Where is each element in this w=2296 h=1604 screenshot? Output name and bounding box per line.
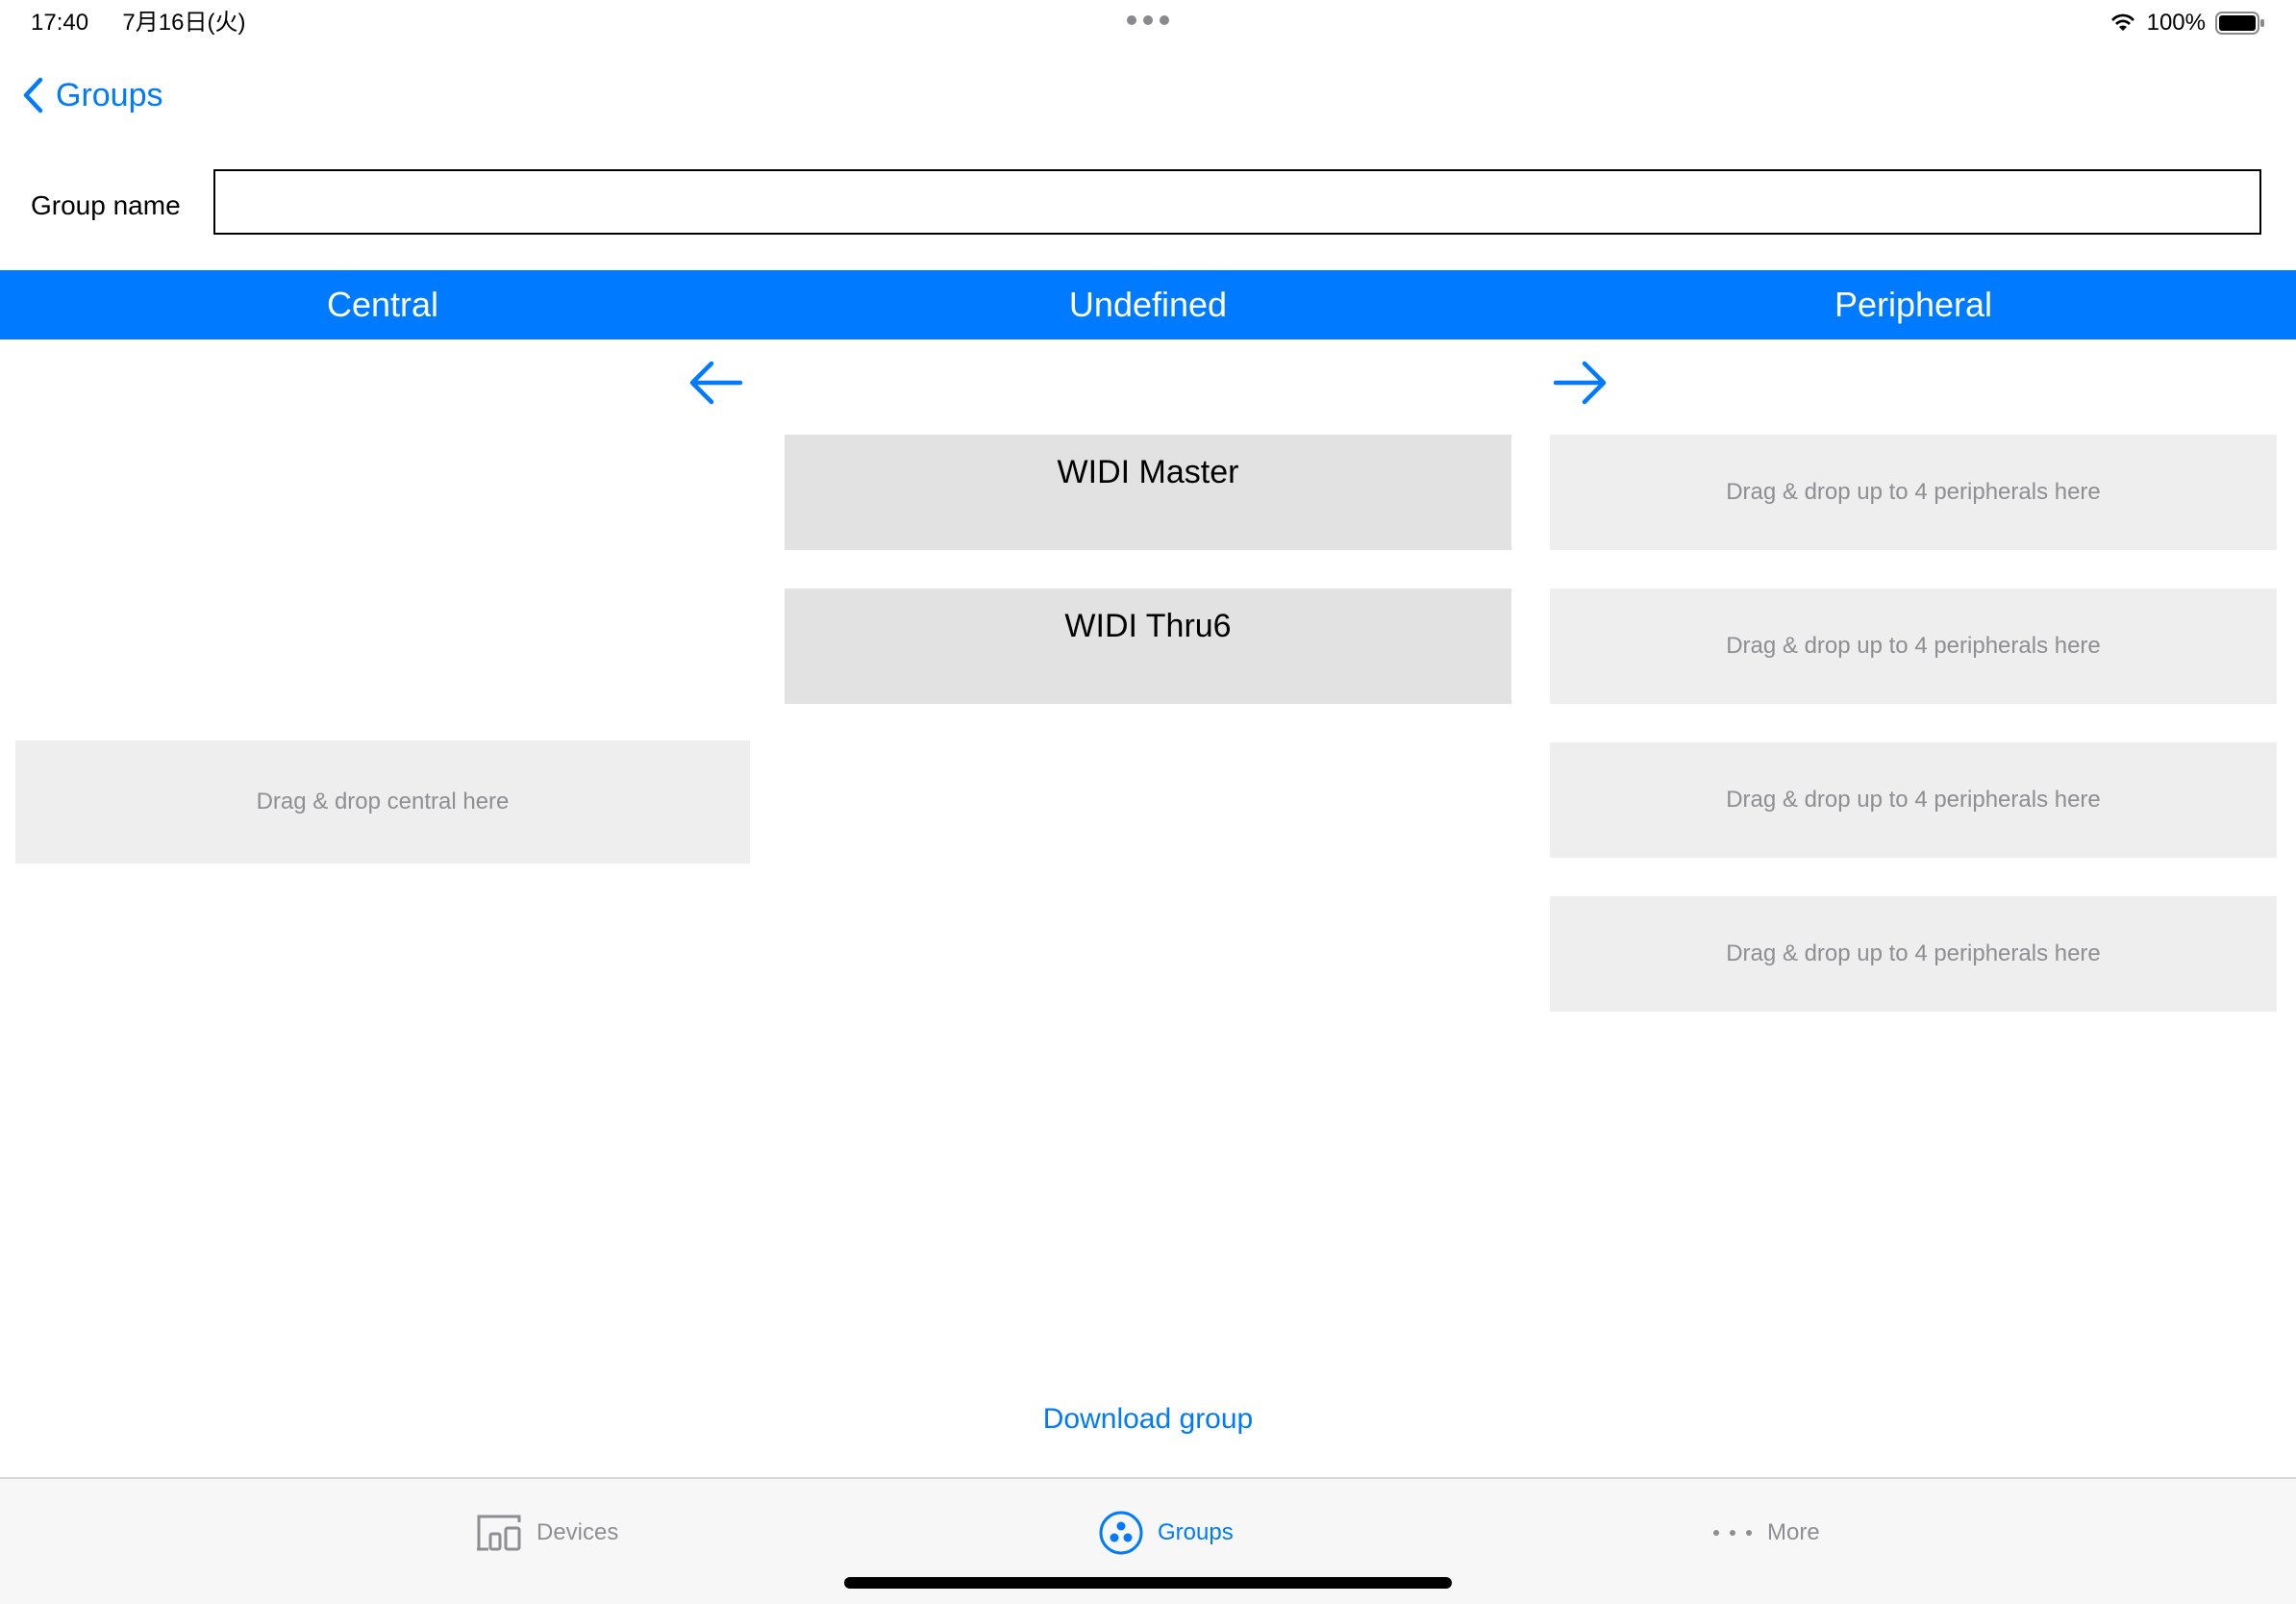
- tab-more-label: More: [1767, 1519, 1820, 1545]
- peripheral-drop-slot-1[interactable]: Drag & drop up to 4 peripherals here: [1550, 435, 2277, 550]
- back-button[interactable]: Groups: [21, 71, 163, 119]
- column-header-bar: Central Undefined Peripheral: [0, 270, 2296, 339]
- arrow-left-icon[interactable]: [685, 358, 746, 408]
- screen: 17:40 7月16日(火) 100% Groups Group name Ce…: [0, 0, 2296, 1604]
- group-name-label: Group name: [31, 190, 181, 220]
- peripheral-drop-slot-4[interactable]: Drag & drop up to 4 peripherals here: [1550, 896, 2277, 1012]
- devices-icon: [477, 1515, 521, 1551]
- status-bar-time: 17:40 7月16日(火): [31, 8, 245, 38]
- download-group-button[interactable]: Download group: [956, 1400, 1340, 1439]
- tab-groups-label: Groups: [1158, 1519, 1234, 1545]
- more-icon: [1713, 1530, 1752, 1536]
- group-name-input[interactable]: [213, 169, 2261, 235]
- peripheral-drop-slot-3[interactable]: Drag & drop up to 4 peripherals here: [1550, 742, 2277, 858]
- device-card-widi-master[interactable]: WIDI Master: [785, 435, 1511, 550]
- chevron-left-icon: [23, 77, 43, 113]
- column-header-peripheral: Peripheral: [1834, 285, 1993, 324]
- groups-icon: [1099, 1511, 1143, 1555]
- status-time: 17:40: [31, 10, 89, 36]
- status-bar-right: 100%: [2109, 8, 2265, 38]
- peripheral-drop-slot-2[interactable]: Drag & drop up to 4 peripherals here: [1550, 589, 2277, 704]
- multitasking-dots-icon[interactable]: [1127, 13, 1169, 27]
- device-card-widi-thru6[interactable]: WIDI Thru6: [785, 589, 1511, 704]
- status-date: 7月16日(火): [122, 10, 246, 36]
- battery-icon: [2215, 12, 2264, 35]
- column-header-undefined: Undefined: [1068, 285, 1228, 324]
- tab-groups[interactable]: Groups: [1098, 1508, 1234, 1558]
- tab-more[interactable]: More: [1711, 1508, 1820, 1558]
- tab-devices[interactable]: Devices: [475, 1508, 618, 1558]
- back-button-label: Groups: [56, 77, 163, 113]
- arrow-right-icon[interactable]: [1550, 358, 1611, 408]
- home-indicator: [844, 1577, 1452, 1589]
- tab-devices-label: Devices: [537, 1519, 619, 1545]
- central-drop-slot[interactable]: Drag & drop central here: [15, 740, 750, 864]
- battery-percent: 100%: [2146, 10, 2206, 36]
- column-header-central: Central: [326, 285, 439, 324]
- wifi-icon: [2110, 13, 2134, 31]
